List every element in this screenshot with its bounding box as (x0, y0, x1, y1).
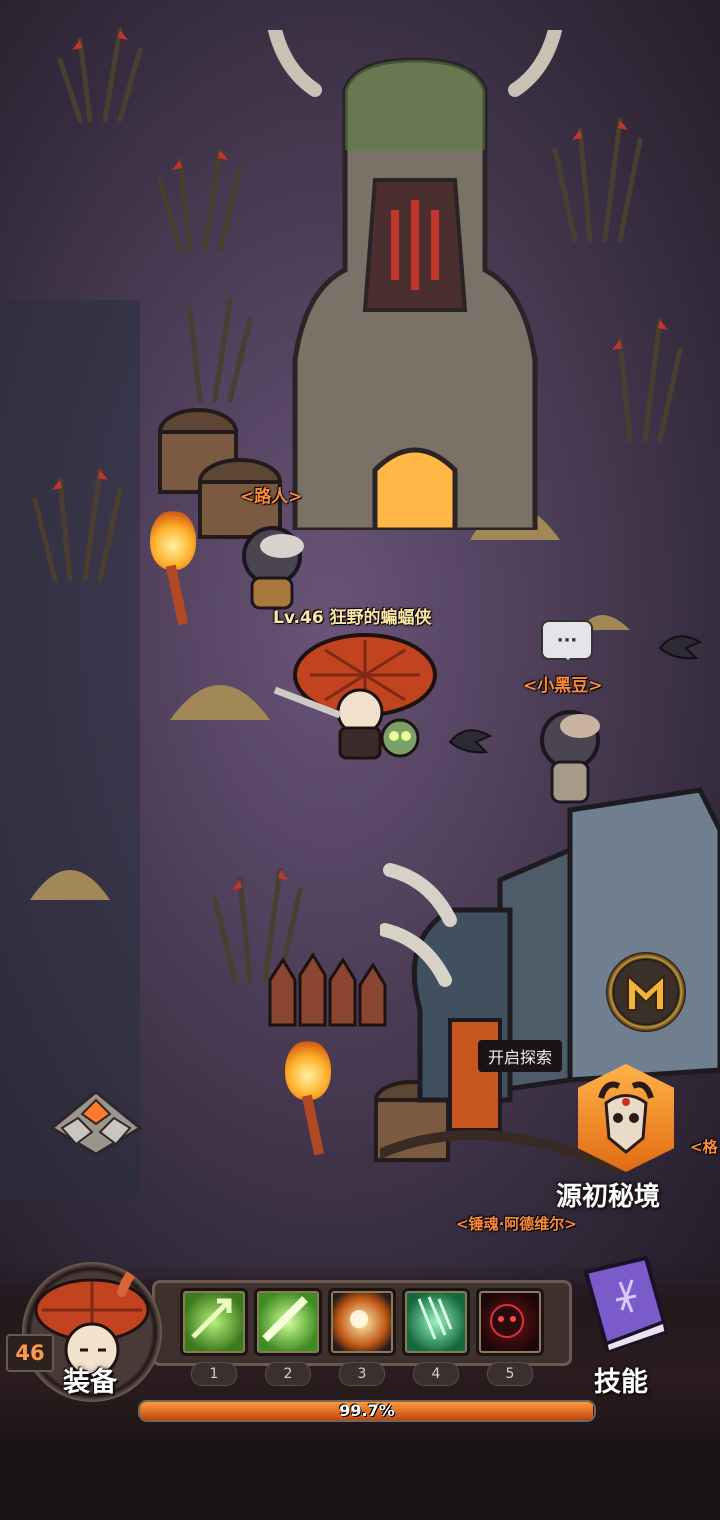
crow (448, 729, 493, 754)
skill-slot-4[interactable] (402, 1288, 470, 1356)
npc-name-passerby: <路人> (240, 487, 303, 507)
skill-slot-3[interactable] (328, 1288, 396, 1356)
torch-flame-icon (150, 510, 196, 570)
experience-bar: 99.7% (138, 1400, 596, 1422)
torch-flame-icon (285, 1040, 331, 1100)
skill-slot-2[interactable] (254, 1288, 322, 1356)
crow (658, 635, 703, 660)
skill-slot-5[interactable] (476, 1288, 544, 1356)
skill-slot-1[interactable] (180, 1288, 248, 1356)
fire-orb-icon (350, 1310, 368, 1328)
skill-slot-number: 3 (339, 1362, 385, 1386)
skill-label[interactable]: 技能 (594, 1360, 648, 1399)
skill-slot-number: 5 (487, 1362, 533, 1386)
hud-footer (0, 1440, 720, 1520)
skill-slot-number: 4 (413, 1362, 459, 1386)
dungeon-m-button[interactable] (606, 952, 686, 1032)
green-arrow-icon (191, 1298, 232, 1339)
skill-book-icon[interactable] (576, 1252, 672, 1356)
demon-face-icon (490, 1304, 524, 1338)
chat-bubble-icon[interactable]: ··· (541, 620, 593, 660)
start-explore-label[interactable]: 开启探索 (478, 1040, 563, 1072)
green-rain-icon (417, 1296, 453, 1340)
wooden-stakes (268, 952, 387, 1027)
npc-passerby[interactable] (222, 516, 312, 616)
player-level-badge: 46 (6, 1334, 54, 1372)
m-logo-icon (627, 973, 665, 1011)
experience-percent: 99.7% (339, 1401, 395, 1420)
npc-name-xiaoheidou: <小黑豆> (523, 676, 603, 696)
origin-realm-label: 源初秘境 (556, 1182, 661, 1212)
player-character[interactable] (270, 620, 440, 770)
equip-label[interactable]: 装备 (63, 1360, 117, 1399)
skill-slot-number: 1 (191, 1362, 237, 1386)
horned-skull-icon (598, 1081, 654, 1154)
npc-name-hammer-soul: <锤魂·阿德维尔> (456, 1215, 577, 1233)
stone-tower[interactable] (265, 30, 565, 530)
game-scene[interactable]: <路人> Lv.46 狂野的蝙蝠侠 ··· <小黑豆> 开启探索 源初秘境 <格… (0, 0, 720, 1520)
green-slash-icon (262, 1296, 308, 1342)
skill-slot-number: 2 (265, 1362, 311, 1386)
side-npc-label: <格 (690, 1138, 718, 1156)
joystick-diamond-icon[interactable] (48, 1088, 144, 1158)
